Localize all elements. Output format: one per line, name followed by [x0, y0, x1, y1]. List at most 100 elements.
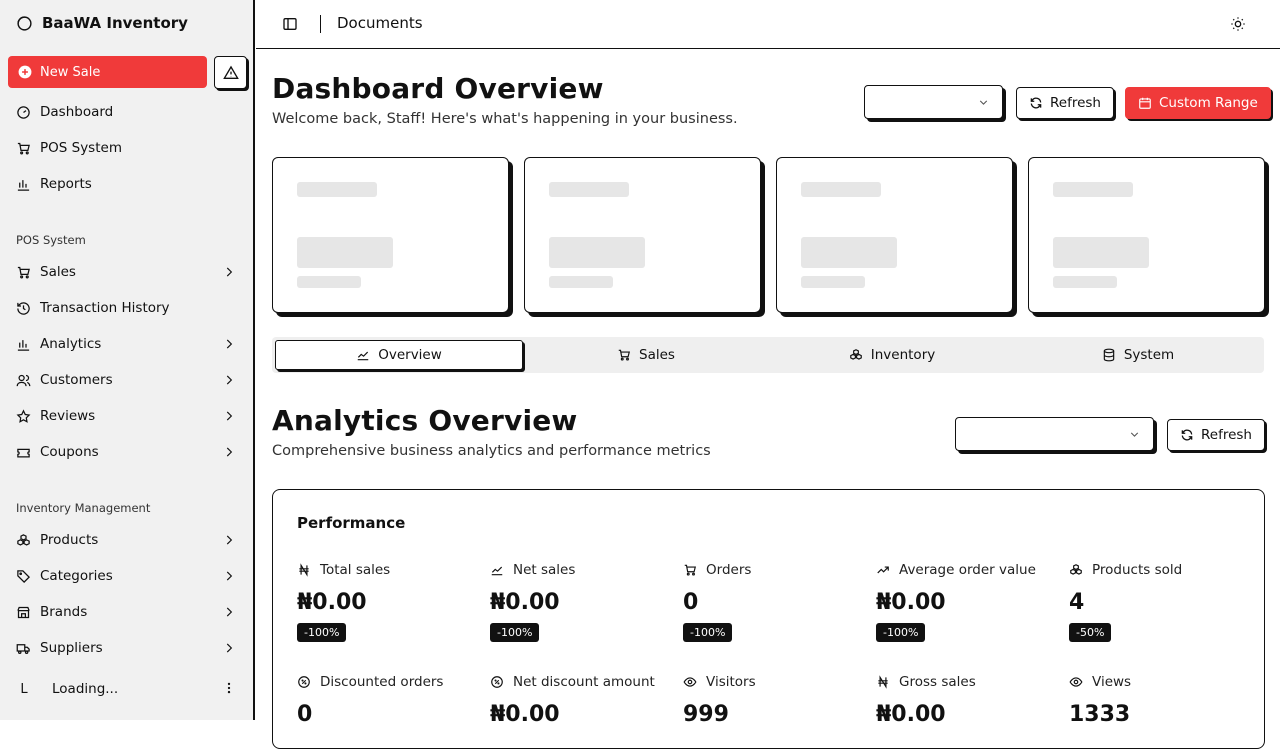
tab-sales[interactable]: Sales: [522, 340, 770, 370]
stat-card-skeleton: [776, 157, 1013, 313]
history-icon: [16, 301, 31, 316]
sidebar-item-label: Coupons: [40, 444, 99, 460]
stat-card-skeleton: [524, 157, 761, 313]
metric-label: Average order value: [899, 562, 1036, 578]
metric-value: ₦0.00: [876, 590, 946, 615]
cart-icon: [617, 348, 631, 362]
sidebar-item-coupons[interactable]: Coupons: [8, 437, 246, 467]
bar-chart-icon: [16, 177, 31, 192]
chevron-right-icon: [222, 373, 236, 387]
sidebar-item-transaction-history[interactable]: Transaction History: [8, 293, 246, 323]
tab-label: Inventory: [870, 347, 936, 363]
metric-value: ₦0.00: [490, 702, 560, 727]
store-icon: [16, 605, 31, 620]
refresh-icon: [1180, 428, 1194, 442]
metric-label: Net discount amount: [513, 674, 655, 690]
metric-value: ₦0.00: [297, 590, 367, 615]
metric-change-badge: -100%: [297, 623, 347, 642]
metric-change-badge: -100%: [876, 623, 926, 642]
sidebar-item-reviews[interactable]: Reviews: [8, 401, 246, 431]
sidebar-toggle-icon[interactable]: [282, 16, 298, 32]
metric-label: Discounted orders: [320, 674, 444, 690]
chevron-right-icon: [222, 641, 236, 655]
new-sale-label: New Sale: [40, 64, 101, 80]
cart-icon: [683, 563, 697, 577]
sidebar-item-pos-system[interactable]: POS System: [8, 133, 246, 163]
metric-value: 999: [683, 702, 729, 727]
metric-value: 1333: [1069, 702, 1131, 727]
sidebar-item-label: Sales: [40, 264, 76, 280]
metric-value: ₦0.00: [876, 702, 946, 727]
tab-overview[interactable]: Overview: [275, 340, 523, 370]
sidebar-item-products[interactable]: Products: [8, 525, 246, 555]
cart-icon: [16, 265, 31, 280]
stat-card-skeleton: [1028, 157, 1265, 313]
naira-icon: [297, 563, 311, 577]
sidebar-item-label: POS System: [40, 140, 122, 156]
sidebar-item-customers[interactable]: Customers: [8, 365, 246, 395]
boxes-icon: [849, 348, 863, 362]
metric-visitors[interactable]: Visitors 999: [683, 674, 873, 727]
sidebar-item-sales[interactable]: Sales: [8, 257, 246, 287]
tab-label: Overview: [378, 347, 442, 363]
breadcrumb[interactable]: Documents: [337, 14, 423, 32]
metric-products-sold[interactable]: Products sold 4 -50%: [1069, 562, 1259, 642]
sidebar-item-reports[interactable]: Reports: [8, 169, 246, 199]
divider: [320, 15, 321, 33]
app-title: BaaWA Inventory: [42, 14, 188, 32]
metric-orders[interactable]: Orders 0 -100%: [683, 562, 873, 642]
sidebar-item-brands[interactable]: Brands: [8, 597, 246, 627]
new-sale-button[interactable]: New Sale: [8, 56, 207, 88]
group-label-inventory: Inventory Management: [16, 501, 151, 515]
alert-button[interactable]: [214, 56, 247, 89]
analytics-refresh-button[interactable]: Refresh: [1167, 419, 1265, 451]
sidebar-item-suppliers[interactable]: Suppliers: [8, 633, 246, 663]
sidebar-item-label: Reports: [40, 176, 92, 192]
custom-range-label: Custom Range: [1159, 95, 1258, 111]
metric-change-badge: -100%: [683, 623, 733, 642]
metric-label: Net sales: [513, 562, 576, 578]
page-title: Dashboard Overview: [272, 72, 604, 105]
refresh-label: Refresh: [1201, 427, 1252, 443]
brand[interactable]: BaaWA Inventory: [16, 14, 188, 32]
user-name: Loading...: [52, 681, 119, 697]
metric-label: Total sales: [320, 562, 391, 578]
analytics-title: Analytics Overview: [272, 404, 578, 437]
warning-icon: [222, 65, 239, 81]
chevron-right-icon: [222, 569, 236, 583]
period-select[interactable]: [864, 85, 1003, 119]
sidebar-item-categories[interactable]: Categories: [8, 561, 246, 591]
custom-range-button[interactable]: Custom Range: [1125, 87, 1271, 119]
refresh-button[interactable]: Refresh: [1016, 87, 1114, 119]
metric-average-order-value[interactable]: Average order value ₦0.00 -100%: [876, 562, 1066, 642]
chevron-right-icon: [222, 605, 236, 619]
truck-icon: [16, 641, 31, 656]
page-subtitle: Welcome back, Staff! Here's what's happe…: [272, 111, 738, 127]
sidebar-item-label: Reviews: [40, 408, 96, 424]
tab-system[interactable]: System: [1014, 340, 1262, 370]
tab-inventory[interactable]: Inventory: [768, 340, 1016, 370]
naira-icon: [876, 675, 890, 689]
metric-net-sales[interactable]: Net sales ₦0.00 -100%: [490, 562, 680, 642]
metric-net-discount-amount[interactable]: Net discount amount ₦0.00: [490, 674, 680, 727]
chevron-right-icon: [222, 265, 236, 279]
sidebar-item-label: Transaction History: [40, 300, 170, 316]
analytics-period-select[interactable]: [955, 417, 1154, 451]
stat-card-skeleton: [272, 157, 509, 313]
sidebar-item-analytics[interactable]: Analytics: [8, 329, 246, 359]
sidebar-item-label: Analytics: [40, 336, 102, 352]
sidebar-item-dashboard[interactable]: Dashboard: [8, 97, 246, 127]
sidebar-item-label: Customers: [40, 372, 113, 388]
metric-total-sales[interactable]: Total sales ₦0.00 -100%: [297, 562, 487, 642]
trend-icon: [356, 348, 370, 362]
chevron-down-icon: [1128, 428, 1141, 441]
metric-discounted-orders[interactable]: Discounted orders 0: [297, 674, 487, 727]
metric-views[interactable]: Views 1333: [1069, 674, 1259, 727]
performance-title: Performance: [297, 514, 406, 532]
metric-gross-sales[interactable]: Gross sales ₦0.00: [876, 674, 1066, 727]
more-vertical-icon[interactable]: [222, 681, 236, 695]
sun-icon[interactable]: [1230, 16, 1246, 32]
user-menu[interactable]: L Loading...: [8, 674, 246, 704]
refresh-icon: [1029, 96, 1043, 110]
sidebar: BaaWA Inventory New Sale Dashboard POS S…: [0, 0, 255, 720]
